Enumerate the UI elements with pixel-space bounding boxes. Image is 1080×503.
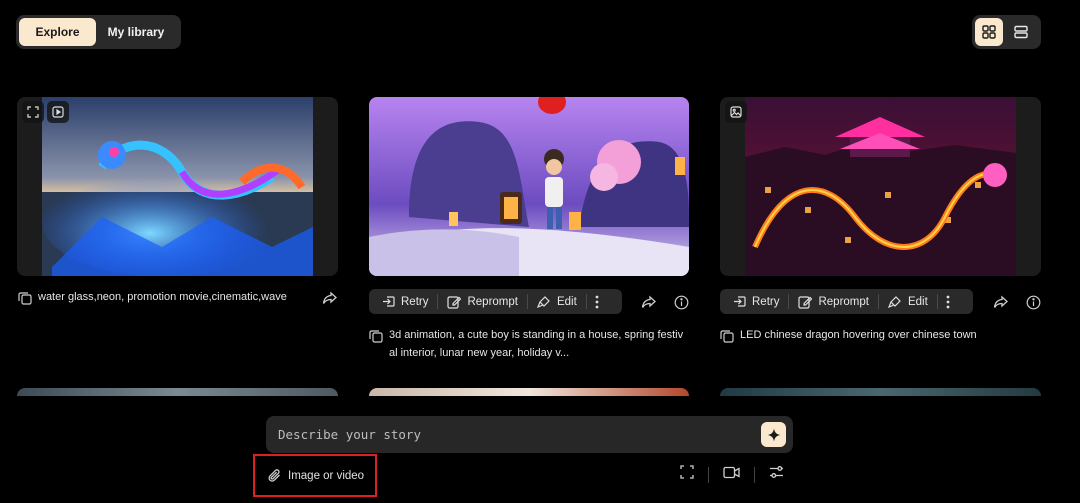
- more-vertical-icon: [946, 295, 950, 308]
- card-2-prompt: 3d animation, a cute boy is standing in …: [369, 326, 689, 362]
- card-3-actions: Retry Reprompt Edit: [720, 289, 973, 314]
- info-icon: [674, 295, 688, 309]
- card-3-prompt: LED chinese dragon hovering over chinese…: [720, 326, 1040, 344]
- info-button-2[interactable]: [672, 293, 690, 311]
- reprompt-button-3[interactable]: Reprompt: [789, 289, 878, 314]
- magic-brush-icon: [887, 295, 901, 308]
- share-icon: [993, 295, 1008, 308]
- magic-brush-icon: [536, 295, 550, 308]
- copy-icon[interactable]: [720, 329, 734, 343]
- sliders-icon: [770, 466, 783, 478]
- retry-button-2[interactable]: Retry: [373, 289, 437, 314]
- retry-icon: [383, 296, 395, 307]
- grid-view-icon: [982, 25, 996, 39]
- tab-my-library[interactable]: My library: [96, 18, 176, 46]
- gallery-card-3[interactable]: [720, 97, 1041, 276]
- retry-icon: [734, 296, 746, 307]
- card-2-actions: Retry Reprompt Edit: [369, 289, 622, 314]
- image-badge: [725, 101, 747, 123]
- generate-button[interactable]: [761, 422, 786, 447]
- video-mode-button[interactable]: [723, 466, 740, 484]
- retry-button-3[interactable]: Retry: [724, 289, 788, 314]
- share-button-2[interactable]: [640, 293, 658, 311]
- card-thumbnail-boy-lanterns: [369, 97, 689, 276]
- more-options-button-2[interactable]: [587, 289, 607, 314]
- edit-button-3[interactable]: Edit: [879, 289, 937, 314]
- paperclip-icon: [268, 469, 280, 482]
- sparkle-icon: [767, 428, 780, 441]
- more-options-button-3[interactable]: [938, 289, 958, 314]
- share-icon: [641, 295, 656, 308]
- edit-button-2[interactable]: Edit: [528, 289, 586, 314]
- video-camera-icon: [723, 466, 740, 478]
- card-1-prompt: water glass,neon, promotion movie,cinema…: [18, 288, 338, 306]
- attach-media-button[interactable]: Image or video: [253, 454, 377, 497]
- crop-frame-icon: [680, 465, 694, 479]
- gallery-card-2[interactable]: [369, 97, 689, 276]
- aspect-ratio-button[interactable]: [680, 465, 694, 484]
- share-button-1[interactable]: [321, 289, 339, 307]
- edit-pencil-icon: [798, 295, 813, 309]
- gallery-card-1[interactable]: [17, 97, 338, 276]
- video-badge: [47, 101, 69, 123]
- expand-button[interactable]: [22, 101, 44, 123]
- layout-toggle: [972, 15, 1041, 49]
- reprompt-button-2[interactable]: Reprompt: [438, 289, 527, 314]
- story-input[interactable]: [278, 424, 748, 444]
- video-play-icon: [52, 106, 64, 118]
- composer-tools: [680, 465, 784, 484]
- card-thumbnail-neon-wave-dragon: [42, 97, 313, 276]
- info-icon: [1026, 295, 1040, 309]
- expand-icon: [27, 106, 39, 118]
- share-button-3[interactable]: [992, 293, 1010, 311]
- more-vertical-icon: [595, 295, 599, 308]
- story-input-box: [266, 416, 793, 453]
- card-thumbnail-led-dragon-town: [745, 97, 1016, 276]
- copy-icon[interactable]: [18, 291, 32, 305]
- info-button-3[interactable]: [1024, 293, 1042, 311]
- grid-view-button[interactable]: [975, 18, 1003, 46]
- divider: [754, 466, 755, 483]
- divider: [708, 466, 709, 483]
- copy-icon[interactable]: [369, 329, 383, 343]
- share-icon: [322, 291, 337, 304]
- list-view-icon: [1014, 25, 1028, 39]
- image-icon: [730, 106, 742, 118]
- settings-button[interactable]: [769, 465, 784, 484]
- tab-explore[interactable]: Explore: [19, 18, 96, 46]
- list-view-button[interactable]: [1007, 18, 1035, 46]
- view-tabs: Explore My library: [16, 15, 181, 49]
- edit-pencil-icon: [447, 295, 462, 309]
